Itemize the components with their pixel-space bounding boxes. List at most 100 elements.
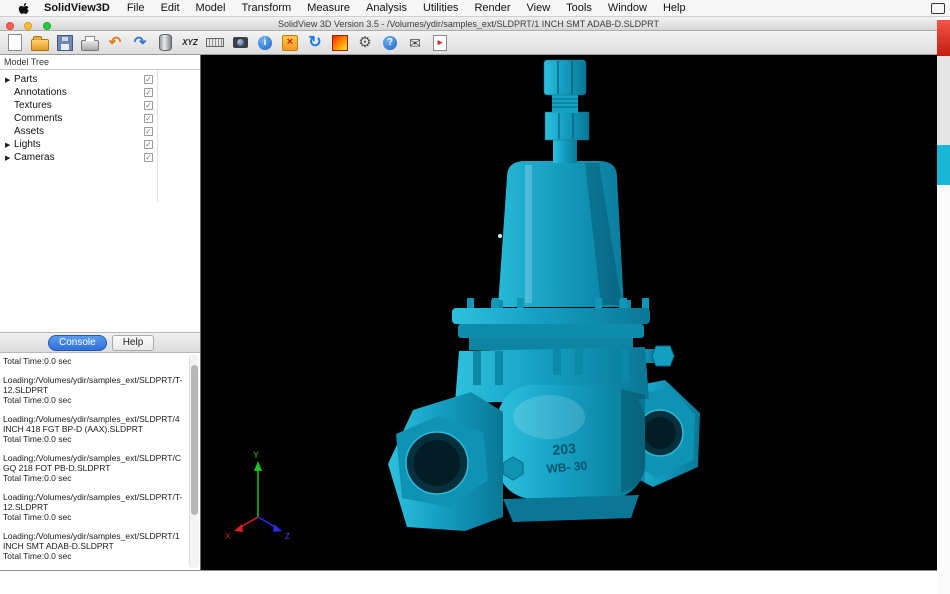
tree-item-comments[interactable]: Comments ✓ <box>0 112 200 125</box>
axis-y-label: Y <box>253 450 259 460</box>
console-line-time: Total Time:0.0 sec <box>3 473 72 483</box>
console-line-loading: Loading:/Volumes/ydir/samples_ext/SLDPRT… <box>3 492 183 512</box>
menu-measure[interactable]: Measure <box>299 2 358 14</box>
tree-checkbox-parts[interactable]: ✓ <box>144 75 153 84</box>
info-icon: i <box>258 35 272 50</box>
delete-button[interactable]: × <box>281 33 299 53</box>
tree-item-textures[interactable]: Textures ✓ <box>0 99 200 112</box>
xyz-button[interactable]: XYZ <box>181 33 199 53</box>
valve-left-port <box>388 392 524 531</box>
info-button[interactable]: i <box>256 33 274 53</box>
print-button[interactable] <box>81 33 99 53</box>
email-button[interactable]: ✉ <box>406 33 424 53</box>
undo-button[interactable]: ↶ <box>106 33 124 53</box>
print-icon <box>81 36 99 51</box>
tree-item-annotations[interactable]: Annotations ✓ <box>0 86 200 99</box>
disclosure-triangle-icon[interactable]: ▶ <box>5 76 14 84</box>
open-icon <box>31 35 49 51</box>
redo-button[interactable]: ↷ <box>131 33 149 53</box>
console-entry: Loading:/Volumes/ydir/samples_ext/SLDPRT… <box>3 375 184 405</box>
refresh-button[interactable]: ↻ <box>306 33 324 53</box>
menu-analysis[interactable]: Analysis <box>358 2 415 14</box>
tree-checkbox-assets[interactable]: ✓ <box>144 127 153 136</box>
console-line-loading: Loading:/Volumes/ydir/samples_ext/SLDPRT… <box>3 453 181 473</box>
menu-help[interactable]: Help <box>655 2 694 14</box>
menu-tools[interactable]: Tools <box>558 2 600 14</box>
cylinder-button[interactable] <box>156 33 174 53</box>
axis-triad: Y X Z <box>225 450 290 541</box>
menu-file[interactable]: File <box>119 2 153 14</box>
camera-button[interactable] <box>231 33 249 53</box>
console-line-loading: Loading:/Volumes/ydir/samples_ext/SLDPRT… <box>3 531 180 551</box>
console-line-time: Total Time:0.0 sec <box>3 512 72 522</box>
menubar-status[interactable] <box>931 2 945 14</box>
render-icon <box>332 34 348 51</box>
delete-icon: × <box>282 34 298 51</box>
save-button[interactable] <box>56 33 74 53</box>
apple-menu[interactable] <box>12 2 35 15</box>
email-icon: ✉ <box>409 34 421 51</box>
window-bottom-edge <box>0 570 937 594</box>
background-strip-gray <box>937 56 950 145</box>
export-button[interactable]: ▸ <box>431 33 449 53</box>
axis-z-label: Z <box>285 532 290 541</box>
console-entry: Loading:/Volumes/ydir/samples_ext/SLDPRT… <box>3 453 184 483</box>
console-scrollbar[interactable] <box>189 355 199 568</box>
viewport-3d[interactable]: 203 WB- 30 Y X Z <box>201 55 937 570</box>
window-title-bar[interactable]: SolidView 3D Version 3.5 - /Volumes/ydir… <box>0 17 937 31</box>
menu-edit[interactable]: Edit <box>153 2 188 14</box>
valve-stem <box>543 59 590 163</box>
tree-item-label: Assets <box>14 126 45 137</box>
casting-mark-line1: 203 <box>552 440 577 458</box>
tree-item-label: Annotations <box>14 87 67 98</box>
ruler-icon <box>206 38 224 47</box>
export-icon: ▸ <box>433 34 447 51</box>
tab-help[interactable]: Help <box>111 334 155 351</box>
valve-model: 203 WB- 30 Y X Z <box>225 59 700 541</box>
new-file-icon <box>8 34 22 51</box>
console-entry: Loading:/Volumes/ydir/samples_ext/SLDPRT… <box>3 531 184 561</box>
menu-utilities[interactable]: Utilities <box>415 2 466 14</box>
new-file-button[interactable] <box>6 33 24 53</box>
save-icon <box>57 34 73 51</box>
tree-checkbox-lights[interactable]: ✓ <box>144 140 153 149</box>
menu-model[interactable]: Model <box>188 2 234 14</box>
screen-right-edge <box>937 17 950 594</box>
tree-item-cameras[interactable]: ▶ Cameras ✓ <box>0 151 200 164</box>
disclosure-triangle-icon[interactable]: ▶ <box>5 141 14 149</box>
console-log[interactable]: Total Time:0.0 sec Loading:/Volumes/ydir/… <box>0 353 200 570</box>
display-status-icon <box>931 2 945 14</box>
redo-icon: ↷ <box>133 34 147 51</box>
background-strip-cyan <box>937 145 950 185</box>
tree-item-assets[interactable]: Assets ✓ <box>0 125 200 138</box>
toolbar: ↶ ↷ XYZ i × ↻ ⚙? ✉ ▸ <box>0 31 937 55</box>
model-tree: ▶ Parts ✓ Annotations ✓ Textures ✓ Comments ✓ Ass… <box>0 70 200 332</box>
tree-checkbox-textures[interactable]: ✓ <box>144 101 153 110</box>
window-title: SolidView 3D Version 3.5 - /Volumes/ydir… <box>278 19 659 29</box>
settings-button[interactable]: ⚙ <box>356 33 374 53</box>
console-scrollbar-thumb[interactable] <box>191 365 198 515</box>
tree-item-parts[interactable]: ▶ Parts ✓ <box>0 73 200 86</box>
console-line-time: Total Time:0.0 sec <box>3 434 72 444</box>
menu-view[interactable]: View <box>519 2 559 14</box>
help-button[interactable]: ? <box>381 33 399 53</box>
left-panel: Model Tree ▶ Parts ✓ Annotations ✓ Textures ✓ C… <box>0 55 201 570</box>
menu-window[interactable]: Window <box>600 2 655 14</box>
menu-app-name[interactable]: SolidView3D <box>35 2 119 14</box>
menu-render[interactable]: Render <box>466 2 518 14</box>
ruler-button[interactable] <box>206 33 224 53</box>
disclosure-triangle-icon[interactable]: ▶ <box>5 154 14 162</box>
help-icon: ? <box>383 35 397 50</box>
tree-item-label: Textures <box>14 100 52 111</box>
tree-checkbox-comments[interactable]: ✓ <box>144 114 153 123</box>
tree-item-lights[interactable]: ▶ Lights ✓ <box>0 138 200 151</box>
menu-transform[interactable]: Transform <box>234 2 300 14</box>
render-button[interactable] <box>331 33 349 53</box>
open-button[interactable] <box>31 33 49 53</box>
tree-checkbox-annotations[interactable]: ✓ <box>144 88 153 97</box>
tree-checkbox-cameras[interactable]: ✓ <box>144 153 153 162</box>
tree-item-label: Comments <box>14 113 63 124</box>
camera-icon <box>232 37 248 48</box>
tab-console[interactable]: Console <box>48 334 107 351</box>
console-line-time: Total Time:0.0 sec <box>3 395 72 405</box>
